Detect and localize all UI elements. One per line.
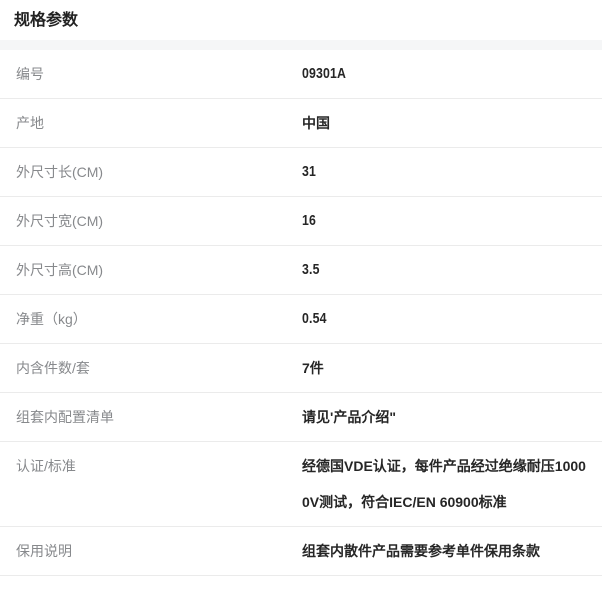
- spec-value: 3.5: [302, 252, 548, 288]
- section-divider-band: [0, 40, 602, 50]
- spec-table: 编号 09301A 产地 中国 外尺寸长(CM) 31 外尺寸宽(CM) 16 …: [0, 50, 602, 576]
- spec-value: 组套内散件产品需要参考单件保用条款: [302, 533, 602, 569]
- section-title: 规格参数: [14, 10, 588, 31]
- spec-table-row: 外尺寸宽(CM) 16: [0, 197, 602, 246]
- spec-label: 组套内配置清单: [0, 399, 302, 435]
- spec-label: 外尺寸长(CM): [0, 154, 302, 190]
- spec-label: 内含件数/套: [0, 350, 302, 386]
- spec-table-row: 编号 09301A: [0, 50, 602, 99]
- spec-table-row: 组套内配置清单 请见'产品介绍": [0, 393, 602, 442]
- spec-table-row: 外尺寸长(CM) 31: [0, 148, 602, 197]
- spec-label: 编号: [0, 56, 302, 92]
- spec-table-row: 内含件数/套 7件: [0, 344, 602, 393]
- spec-table-row: 认证/标准 经德国VDE认证，每件产品经过绝缘耐压10000V测试，符合IEC/…: [0, 442, 602, 527]
- spec-value: 09301A: [302, 56, 548, 92]
- spec-value: 0.54: [302, 301, 548, 337]
- spec-table-row: 外尺寸高(CM) 3.5: [0, 246, 602, 295]
- spec-label: 产地: [0, 105, 302, 141]
- spec-table-row: 净重（kg） 0.54: [0, 295, 602, 344]
- spec-label: 外尺寸宽(CM): [0, 203, 302, 239]
- spec-label: 外尺寸高(CM): [0, 252, 302, 288]
- spec-value: 中国: [302, 105, 602, 141]
- section-header: 规格参数: [0, 0, 602, 40]
- spec-label: 认证/标准: [0, 448, 302, 484]
- spec-table-row: 保用说明 组套内散件产品需要参考单件保用条款: [0, 527, 602, 576]
- spec-label: 净重（kg）: [0, 301, 302, 337]
- spec-label: 保用说明: [0, 533, 302, 569]
- spec-value: 7件: [302, 350, 602, 386]
- spec-value: 经德国VDE认证，每件产品经过绝缘耐压10000V测试，符合IEC/EN 609…: [302, 448, 602, 520]
- spec-value: 16: [302, 203, 548, 239]
- spec-value: 31: [302, 154, 548, 190]
- spec-table-row: 产地 中国: [0, 99, 602, 148]
- spec-value: 请见'产品介绍": [302, 399, 602, 435]
